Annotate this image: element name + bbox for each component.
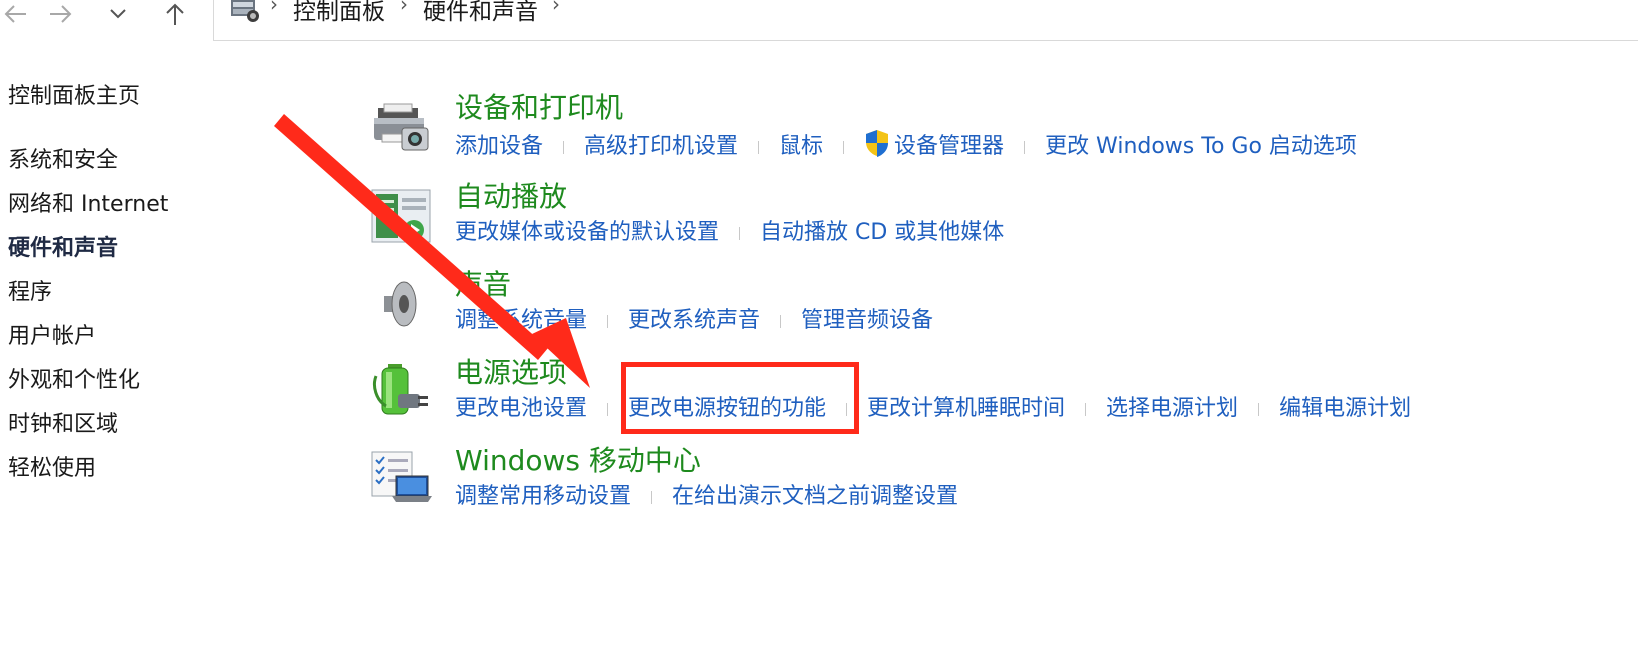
link-manage-audio-devices[interactable]: 管理音频设备 [801, 306, 933, 336]
link-mouse[interactable]: 鼠标 [779, 132, 823, 162]
link-autoplay-cd[interactable]: 自动播放 CD 或其他媒体 [760, 218, 1004, 248]
link-advanced-printer-setup[interactable]: 高级打印机设置 [584, 132, 738, 162]
link-adjust-mobility-settings[interactable]: 调整常用移动设置 [455, 482, 631, 512]
category-title-devices-printers[interactable]: 设备和打印机 [455, 91, 623, 125]
link-divider [607, 314, 609, 328]
link-divider [1024, 140, 1026, 154]
links-sound: 调整系统音量 更改系统声音 管理音频设备 [455, 306, 933, 336]
breadcrumb-hardware-sound[interactable]: 硬件和声音 [423, 0, 538, 26]
sidebar-item-user-accounts[interactable]: 用户帐户 [8, 318, 96, 350]
up-button[interactable] [160, 0, 190, 28]
breadcrumb-separator: › [552, 0, 560, 16]
link-divider [607, 402, 609, 416]
link-device-manager[interactable]: 设备管理器 [894, 132, 1004, 162]
sidebar-item-ease-of-access[interactable]: 轻松使用 [8, 450, 96, 482]
chevron-down-icon [110, 9, 126, 19]
uac-shield-icon [864, 129, 890, 166]
sidebar-item-appearance[interactable]: 外观和个性化 [8, 362, 140, 394]
sidebar-item-clock-region[interactable]: 时钟和区域 [8, 406, 118, 438]
link-divider [758, 140, 760, 154]
links-autoplay: 更改媒体或设备的默认设置 自动播放 CD 或其他媒体 [455, 218, 1004, 248]
category-title-sound[interactable]: 声音 [455, 268, 511, 302]
link-windows-to-go[interactable]: 更改 Windows To Go 启动选项 [1045, 132, 1357, 162]
arrow-left-icon [4, 5, 26, 23]
links-power-options: 更改电池设置 更改电源按钮的功能 更改计算机睡眠时间 选择电源计划 编辑电源计划 [455, 394, 1411, 424]
back-button[interactable] [0, 0, 30, 28]
arrow-up-icon [166, 3, 184, 25]
link-divider [843, 140, 845, 154]
link-divider [1085, 402, 1087, 416]
mobility-center-icon[interactable] [370, 448, 434, 512]
category-title-mobility-center[interactable]: Windows 移动中心 [455, 444, 701, 478]
printer-camera-icon[interactable] [370, 98, 434, 162]
speaker-icon[interactable] [370, 272, 434, 336]
link-change-battery-settings[interactable]: 更改电池设置 [455, 394, 587, 424]
address-bar[interactable]: › 控制面板 › 硬件和声音 › [213, 0, 1638, 41]
link-adjust-volume[interactable]: 调整系统音量 [455, 306, 587, 336]
link-change-sleep-time[interactable]: 更改计算机睡眠时间 [867, 394, 1065, 424]
sidebar-item-network-internet[interactable]: 网络和 Internet [8, 186, 168, 218]
control-panel-icon [230, 0, 262, 28]
link-divider [563, 140, 565, 154]
breadcrumb-separator: › [400, 0, 408, 16]
link-change-system-sounds[interactable]: 更改系统声音 [628, 306, 760, 336]
links-devices-printers: 添加设备 高级打印机设置 鼠标 设备管理器 更改 Windows To Go 启动选项 [455, 129, 1357, 166]
link-change-media-defaults[interactable]: 更改媒体或设备的默认设置 [455, 218, 719, 248]
sidebar-item-control-panel-home[interactable]: 控制面板主页 [8, 78, 140, 110]
link-presentation-settings[interactable]: 在给出演示文档之前调整设置 [672, 482, 958, 512]
link-divider [739, 226, 741, 240]
link-choose-power-plan[interactable]: 选择电源计划 [1106, 394, 1238, 424]
link-divider [780, 314, 782, 328]
link-add-device[interactable]: 添加设备 [455, 132, 543, 162]
link-edit-power-plan[interactable]: 编辑电源计划 [1279, 394, 1411, 424]
sidebar-item-programs[interactable]: 程序 [8, 274, 52, 306]
recent-locations-button[interactable] [104, 0, 132, 28]
links-mobility-center: 调整常用移动设置 在给出演示文档之前调整设置 [455, 482, 958, 512]
autoplay-icon[interactable] [370, 186, 434, 250]
category-title-autoplay[interactable]: 自动播放 [455, 180, 567, 214]
annotation-highlight-box [621, 362, 859, 434]
arrow-right-icon [50, 5, 72, 23]
forward-button[interactable] [46, 0, 76, 28]
link-divider [1258, 402, 1260, 416]
sidebar-item-hardware-sound[interactable]: 硬件和声音 [8, 230, 118, 262]
navigation-bar: › 控制面板 › 硬件和声音 › [0, 0, 1638, 42]
breadcrumb-separator: › [270, 0, 278, 16]
sidebar-item-system-security[interactable]: 系统和安全 [8, 142, 118, 174]
breadcrumb-control-panel[interactable]: 控制面板 [293, 0, 385, 26]
link-divider [651, 490, 653, 504]
battery-plug-icon[interactable] [370, 358, 434, 422]
category-title-power-options[interactable]: 电源选项 [455, 356, 567, 390]
